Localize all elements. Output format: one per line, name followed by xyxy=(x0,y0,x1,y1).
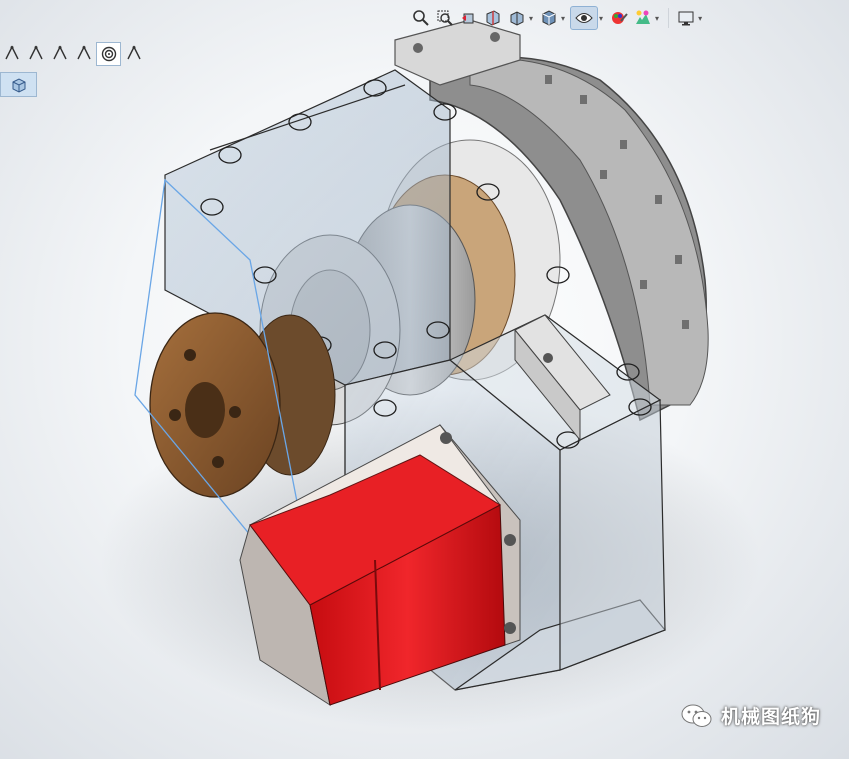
bronze-flange xyxy=(149,312,336,498)
display-style-dropdown[interactable]: ▾ xyxy=(561,14,565,23)
sketch-tool-3-icon[interactable] xyxy=(48,42,71,64)
watermark-text: 机械图纸狗 xyxy=(720,706,821,728)
sketch-tool-5-icon[interactable] xyxy=(122,42,145,64)
edit-appearance-icon[interactable] xyxy=(608,7,630,29)
display-style-icon[interactable] xyxy=(538,7,560,29)
heads-up-view-toolbar: ▾ ▾ ▾ ▾ ▾ xyxy=(410,4,705,32)
apply-scene-dropdown[interactable]: ▾ xyxy=(655,14,659,23)
sketch-tool-4-icon[interactable] xyxy=(72,42,95,64)
section-view-icon[interactable] xyxy=(482,7,504,29)
isometric-cube-icon[interactable] xyxy=(0,72,37,97)
previous-view-icon[interactable] xyxy=(458,7,480,29)
hide-show-dropdown[interactable]: ▾ xyxy=(599,14,603,23)
sketch-tool-2-icon[interactable] xyxy=(24,42,47,64)
wechat-logo-icon xyxy=(681,704,712,727)
zoom-to-area-icon[interactable] xyxy=(434,7,456,29)
watermark: 机械图纸狗 xyxy=(681,702,821,729)
view-orientation-icon[interactable] xyxy=(506,7,528,29)
graphics-area[interactable]: ▾ ▾ ▾ ▾ ▾ 机械图纸狗 xyxy=(0,0,849,759)
zoom-to-fit-icon[interactable] xyxy=(410,7,432,29)
feature-toolbar xyxy=(0,42,145,66)
sketch-tool-1-icon[interactable] xyxy=(0,42,23,64)
toolbar-separator xyxy=(668,8,670,28)
view-settings-icon[interactable] xyxy=(675,7,697,29)
apply-scene-icon[interactable] xyxy=(632,7,654,29)
model-view xyxy=(100,19,760,730)
view-settings-dropdown[interactable]: ▾ xyxy=(698,14,702,23)
view-orientation-dropdown[interactable]: ▾ xyxy=(529,14,533,23)
hide-show-items-icon[interactable] xyxy=(570,6,599,30)
circle-target-icon[interactable] xyxy=(96,42,121,66)
